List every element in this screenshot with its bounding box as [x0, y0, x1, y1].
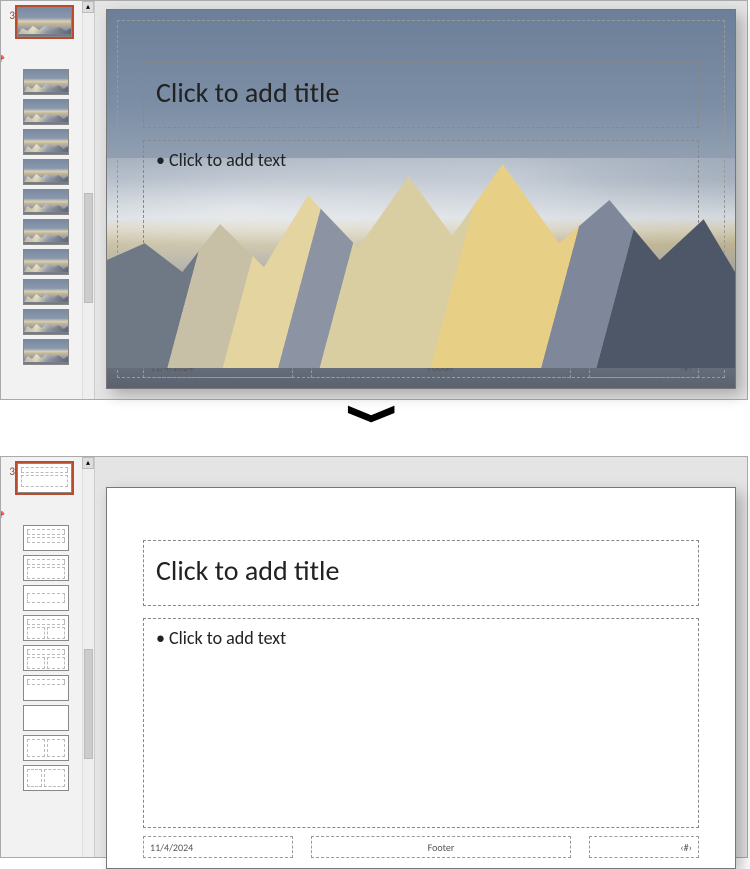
thumbnail-list-top: 3 📌 — [1, 1, 82, 399]
layout-thumbnail[interactable] — [23, 159, 69, 185]
slide-master-thumbnail[interactable] — [17, 463, 72, 493]
layout-thumbnail[interactable] — [23, 189, 69, 215]
body-placeholder-text: Click to add text — [156, 627, 286, 649]
slide-editor-bottom: Click to add title Click to add text 11/… — [95, 457, 747, 857]
chevron-down-icon: ❯ — [352, 402, 397, 425]
title-placeholder-text: Click to add title — [156, 553, 339, 588]
slide-canvas-with-background[interactable]: Click to add title Click to add text 11/… — [106, 9, 736, 389]
layout-thumbnail[interactable] — [23, 735, 69, 761]
thumbnail-pane-top: ▴ 3 📌 — [1, 1, 95, 399]
title-placeholder-text: Click to add title — [156, 75, 339, 110]
layout-thumbnail[interactable] — [23, 675, 69, 701]
body-placeholder[interactable]: Click to add text — [143, 140, 699, 343]
chevron-up-icon: ▴ — [86, 458, 90, 468]
slide-master-view-after: ▴ 3 📌 Click to add title — [0, 456, 748, 858]
footer-row: 11/4/2024 Footer ‹#› — [143, 356, 699, 378]
layout-thumbnail[interactable] — [23, 69, 69, 95]
chevron-up-icon: ▴ — [86, 2, 90, 12]
layout-thumbnail[interactable] — [23, 309, 69, 335]
body-placeholder-text: Click to add text — [156, 149, 286, 171]
date-placeholder[interactable]: 11/4/2024 — [143, 836, 293, 858]
slide-number-placeholder[interactable]: ‹#› — [589, 356, 699, 378]
footer-placeholder[interactable]: Footer — [311, 356, 571, 378]
layout-thumbnail[interactable] — [23, 339, 69, 365]
date-placeholder[interactable]: 11/4/2024 — [143, 356, 293, 378]
slide-master-view-before: ▴ 3 📌 Click to add title — [0, 0, 748, 400]
layout-thumbnail[interactable] — [23, 219, 69, 245]
scroll-up-button[interactable]: ▴ — [82, 457, 94, 469]
slide-number-placeholder[interactable]: ‹#› — [589, 836, 699, 858]
master-slide-number: 3 — [5, 9, 15, 22]
scrollbar-thumb[interactable] — [84, 649, 93, 759]
footer-row: 11/4/2024 Footer ‹#› — [143, 836, 699, 858]
slide-editor-top: Click to add title Click to add text 11/… — [95, 1, 747, 399]
slide-master-thumbnail[interactable] — [17, 7, 72, 37]
pin-icon: 📌 — [1, 55, 5, 65]
title-placeholder[interactable]: Click to add title — [143, 62, 699, 128]
scrollbar-track[interactable] — [82, 469, 94, 857]
layout-thumbnail[interactable] — [23, 129, 69, 155]
layout-thumbnail[interactable] — [23, 525, 69, 551]
scrollbar-thumb[interactable] — [84, 193, 93, 303]
transition-arrow: ❯ — [0, 400, 748, 428]
layout-thumbnail[interactable] — [23, 705, 69, 731]
layout-thumbnail[interactable] — [23, 249, 69, 275]
title-placeholder[interactable]: Click to add title — [143, 540, 699, 606]
layout-thumbnail[interactable] — [23, 279, 69, 305]
layout-thumbnail[interactable] — [23, 765, 69, 791]
layout-thumbnail[interactable] — [23, 585, 69, 611]
scrollbar-track[interactable] — [82, 13, 94, 399]
layout-thumbnail[interactable] — [23, 615, 69, 641]
footer-placeholder[interactable]: Footer — [311, 836, 571, 858]
scroll-up-button[interactable]: ▴ — [82, 1, 94, 13]
pin-icon: 📌 — [1, 511, 5, 521]
thumbnail-pane-bottom: ▴ 3 📌 — [1, 457, 95, 857]
layout-thumbnail[interactable] — [23, 645, 69, 671]
layout-thumbnail[interactable] — [23, 99, 69, 125]
thumbnail-list-bottom: 3 📌 — [1, 457, 82, 857]
master-slide-number: 3 — [5, 465, 15, 478]
slide-canvas-plain[interactable]: Click to add title Click to add text 11/… — [106, 487, 736, 869]
layout-thumbnail[interactable] — [23, 555, 69, 581]
body-placeholder[interactable]: Click to add text — [143, 618, 699, 828]
